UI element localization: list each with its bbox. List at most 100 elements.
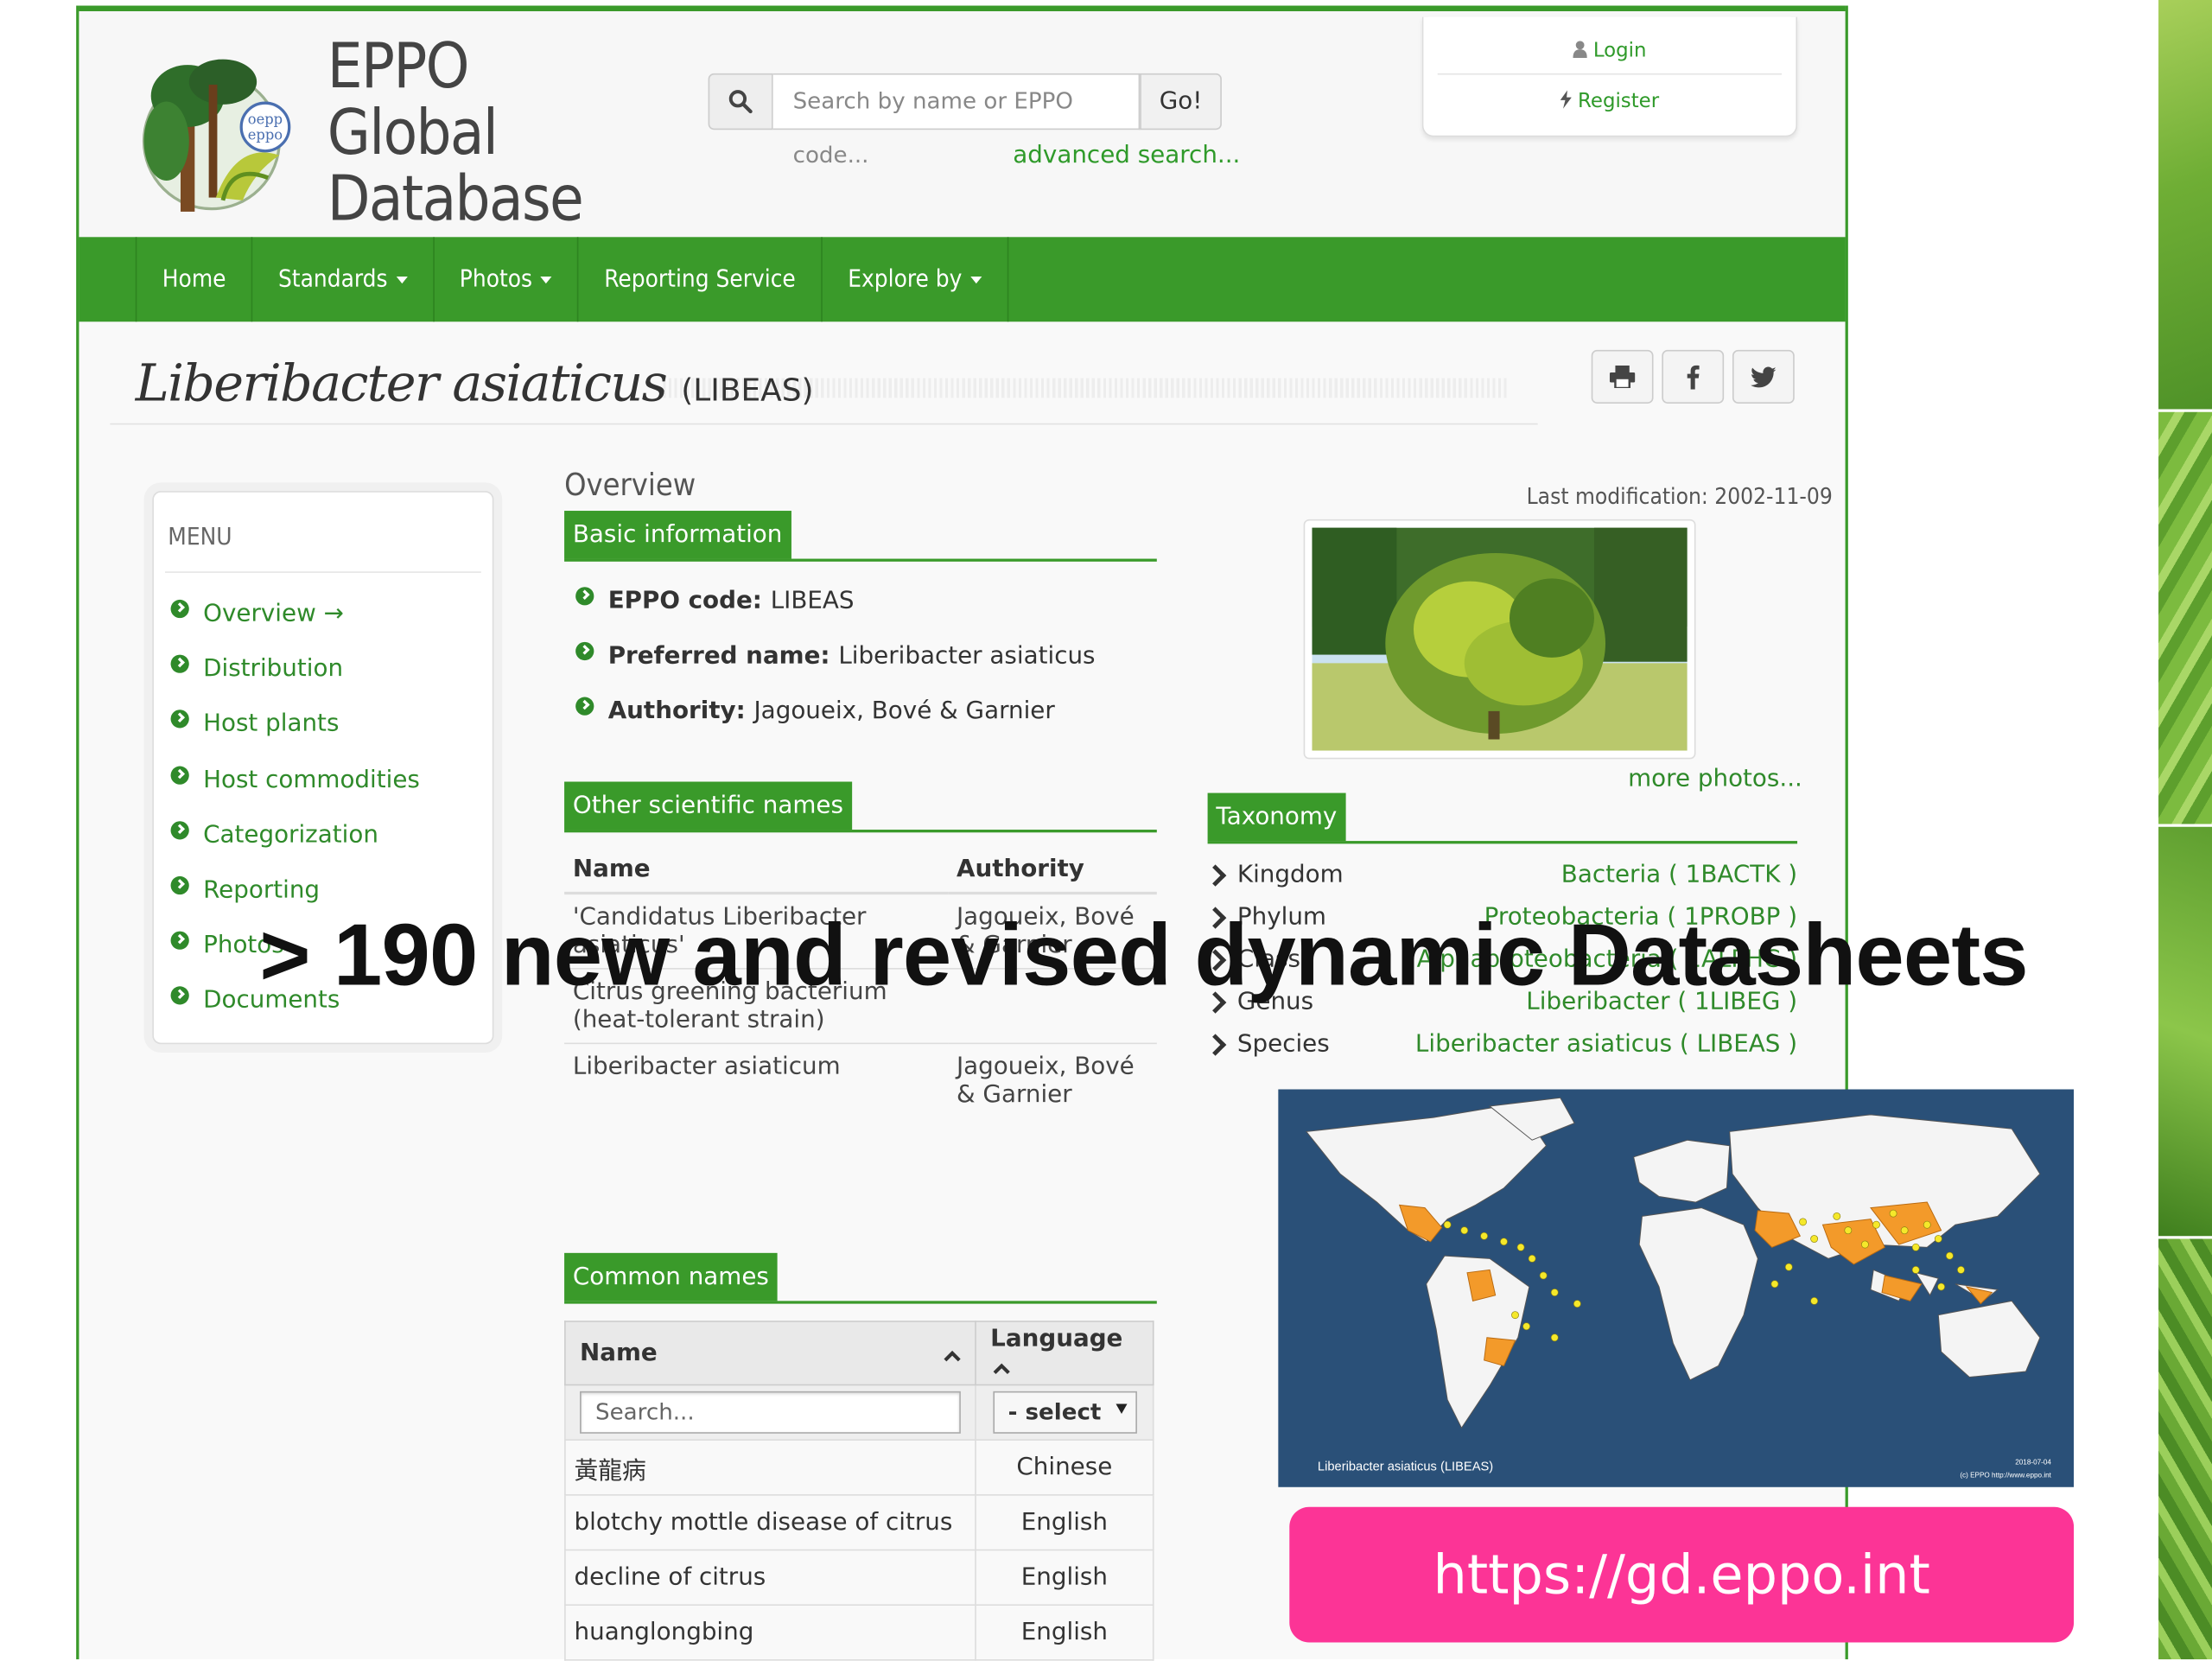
nav-home[interactable]: Home [135,237,251,322]
dropdown-arrow-icon [1115,1403,1127,1414]
login-label: Login [1592,39,1647,62]
eppo-code-row: EPPO code: LIBEAS [575,586,855,615]
login-box: Login Register [1421,16,1798,137]
nav-label: Home [162,264,226,294]
table-row: huanglongbing English [564,1604,1154,1661]
url-text: https://gd.eppo.int [1433,1543,1930,1607]
field-label: EPPO code: [607,587,762,615]
more-photos-link[interactable]: more photos... [1628,765,1802,793]
table-row: 黃龍病 Chinese [564,1439,1154,1496]
site-header: oepp eppo EPPO Global Database Search by… [79,11,1846,238]
table-row: decline of citrus English [564,1549,1154,1607]
select-value: - select [1007,1398,1102,1426]
preferred-name-row: Preferred name: Liberibacter asiaticus [575,641,1096,671]
scientific-name-cell: Liberibacter asiaticum [564,1042,949,1118]
map-date: 2018-07-04 [2015,1459,2051,1467]
map-credit: (c) EPPO http://www.eppo.int [1960,1471,2051,1479]
eppo-logo-icon[interactable]: oepp eppo [138,42,296,217]
check-circle-icon [170,930,189,949]
common-name-cell: huanglongbing [564,1604,976,1661]
login-link[interactable]: Login [1437,39,1783,75]
print-button[interactable] [1591,349,1654,404]
species-photo[interactable] [1303,519,1696,760]
common-name-search-input[interactable]: Search... [580,1391,961,1434]
menu-item-host-plants[interactable]: Host plants [170,709,340,738]
column-header: Authority [948,846,1157,895]
sort-up-icon [993,1363,1010,1375]
taxon-rank: Species [1236,1029,1330,1059]
menu-item-categorization[interactable]: Categorization [170,820,378,850]
nav-reporting-service[interactable]: Reporting Service [577,237,821,322]
field-label: Preferred name: [607,641,830,671]
search-input[interactable]: Search by name or EPPO code... [772,73,1141,168]
taxon-link[interactable]: Bacteria ( 1BACTK ) [1561,861,1797,889]
check-circle-icon [575,696,594,715]
column-header-label: Language [990,1325,1123,1353]
svg-text:eppo: eppo [248,127,283,143]
menu-item-overview[interactable]: Overview → [170,599,344,628]
language-cell: English [975,1494,1154,1551]
chevron-right-icon [1204,1033,1227,1055]
taxonomy-header: Taxonomy [1207,792,1798,844]
nav-explore-by[interactable]: Explore by [821,237,1009,322]
register-label: Register [1578,90,1660,113]
nav-label: Explore by [848,264,963,294]
advanced-search-link[interactable]: advanced search... [1013,141,1240,169]
common-names-table: Name Language Search... - select 黃龍病 Chi… [564,1321,1154,1661]
table-row: blotchy mottle disease of citrus English [564,1494,1154,1551]
menu-item-distribution[interactable]: Distribution [170,653,344,684]
twitter-share-button[interactable] [1732,349,1795,404]
nav-standards[interactable]: Standards [251,237,433,322]
section-label: Basic information [564,511,791,559]
menu-item-reporting[interactable]: Reporting [170,875,321,905]
menu-item-label: Host plants [203,710,340,738]
menu-item-host-commodities[interactable]: Host commodities [170,765,420,794]
search-icon-button[interactable] [708,73,773,130]
field-value: Liberibacter asiaticus [838,641,1096,671]
leaf-decoration [2158,1238,2212,1660]
caret-down-icon [970,276,982,283]
site-brand-title[interactable]: EPPO Global Database [327,34,584,236]
nav-photos[interactable]: Photos [432,237,578,322]
menu-item-label: Reporting [203,875,321,905]
field-value: LIBEAS [770,587,855,615]
column-header-label: Name [580,1339,658,1368]
check-circle-icon [170,875,189,894]
taxon-link[interactable]: Liberibacter asiaticus ( LIBEAS ) [1415,1030,1797,1059]
taxon-rank: Kingdom [1236,860,1344,889]
authority-cell: Jagoueix, Bové & Garnier [948,1042,1157,1118]
search-bar: Search by name or EPPO code... Go! [708,73,1222,168]
language-cell: English [975,1549,1154,1607]
language-select[interactable]: - select [992,1391,1137,1434]
page-title: Liberibacter asiaticus (LIBEAS) [136,355,814,413]
twitter-icon [1751,366,1777,387]
slide-headline: > 190 new and revised dynamic Datasheets [259,907,2028,1005]
distribution-map[interactable]: Liberibacter asiaticus (LIBEAS) 2018-07-… [1278,1089,2075,1487]
check-circle-icon [170,820,189,839]
go-button[interactable]: Go! [1140,73,1222,130]
language-cell: English [975,1604,1154,1661]
facebook-share-button[interactable] [1662,349,1725,404]
sort-by-language-header[interactable]: Language [975,1321,1154,1386]
species-name: Liberibacter asiaticus [135,355,668,414]
input-placeholder: Search... [594,1398,695,1426]
common-name-cell: decline of citrus [564,1549,976,1607]
table-header-row: Name Authority [564,846,1157,895]
menu-title: MENU [168,523,232,552]
caret-down-icon [396,276,408,283]
menu-item-label: Distribution [203,654,344,684]
sort-by-name-header[interactable]: Name [564,1321,976,1386]
chevron-right-icon [1204,863,1227,886]
register-link[interactable]: Register [1438,90,1782,113]
eppo-code-badge: (LIBEAS) [681,373,814,410]
column-header: Name [564,846,949,895]
brand-line: Global [327,97,499,169]
check-circle-icon [170,709,189,728]
check-circle-icon [170,765,189,784]
field-label: Authority: [607,697,746,726]
facebook-icon [1687,365,1700,390]
url-link-button[interactable]: https://gd.eppo.int [1289,1506,2075,1643]
slide: oepp eppo EPPO Global Database Search by… [0,0,2212,1661]
section-label: Other scientific names [564,781,852,830]
brand-line: Database [327,163,584,236]
